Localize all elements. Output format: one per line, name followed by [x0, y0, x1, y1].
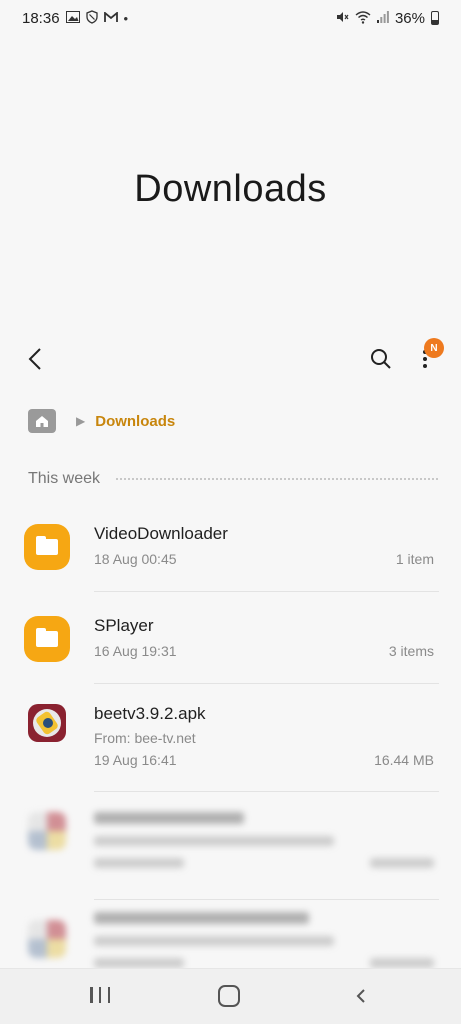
- status-right: 36%: [335, 10, 439, 27]
- redacted-text: [94, 836, 334, 846]
- redacted-text: [94, 958, 184, 968]
- apk-app-icon: [28, 704, 66, 742]
- section-title: This week: [28, 470, 101, 487]
- toolbar: [0, 336, 461, 382]
- home-folder-icon[interactable]: [28, 409, 56, 433]
- status-bar: 18:36 • 36%: [0, 0, 461, 36]
- status-time: 18:36: [22, 9, 60, 27]
- search-icon: [371, 349, 391, 369]
- search-button[interactable]: [366, 344, 396, 374]
- list-item-redacted[interactable]: [0, 792, 461, 900]
- gmail-icon: [103, 10, 118, 25]
- page-title: Downloads: [134, 168, 327, 210]
- section-divider: [116, 478, 438, 480]
- breadcrumb: ▶ Downloads: [28, 406, 175, 436]
- notification-badge: N: [424, 338, 444, 358]
- chevron-left-icon: [28, 348, 41, 370]
- back-button[interactable]: [22, 344, 52, 374]
- item-date: 19 Aug 16:41: [94, 752, 177, 768]
- list-item[interactable]: VideoDownloader 18 Aug 00:45 1 item: [0, 500, 461, 592]
- redacted-text: [94, 912, 309, 924]
- item-source: From: bee-tv.net: [94, 730, 196, 746]
- status-left: 18:36 •: [22, 10, 128, 27]
- item-name: SPlayer: [94, 616, 154, 635]
- item-date: 16 Aug 19:31: [94, 643, 177, 659]
- apk-app-icon: [28, 812, 66, 850]
- redacted-text: [370, 858, 434, 868]
- chevron-left-icon: [356, 989, 365, 1003]
- battery-icon: [431, 11, 439, 25]
- recent-apps-button[interactable]: [90, 987, 110, 1005]
- signal-icon: [376, 11, 389, 25]
- redacted-text: [94, 812, 244, 824]
- list-item[interactable]: beetv3.9.2.apk From: bee-tv.net 19 Aug 1…: [0, 684, 461, 792]
- item-name: beetv3.9.2.apk: [94, 704, 206, 723]
- file-list: VideoDownloader 18 Aug 00:45 1 item SPla…: [0, 500, 461, 1008]
- item-date: 18 Aug 00:45: [94, 551, 177, 567]
- shield-icon: [85, 10, 98, 26]
- section-header: This week: [28, 470, 438, 488]
- folder-icon: [24, 524, 70, 570]
- redacted-text: [94, 936, 334, 946]
- list-item[interactable]: SPlayer 16 Aug 19:31 3 items: [0, 592, 461, 684]
- item-name: VideoDownloader: [94, 524, 228, 543]
- dot-icon: •: [123, 10, 129, 26]
- breadcrumb-arrow-icon: ▶: [76, 414, 86, 428]
- wifi-icon: [355, 10, 371, 26]
- redacted-text: [370, 958, 434, 968]
- mute-icon: [335, 10, 349, 26]
- home-button[interactable]: [218, 985, 240, 1007]
- system-nav-bar: [0, 968, 461, 1024]
- system-back-button[interactable]: [346, 981, 376, 1011]
- apk-app-icon: [28, 920, 66, 958]
- battery-percent: 36%: [394, 9, 425, 27]
- image-icon: [65, 11, 80, 25]
- item-count: 3 items: [388, 643, 434, 659]
- folder-icon: [24, 616, 70, 662]
- item-size: 16.44 MB: [374, 752, 434, 768]
- redacted-text: [94, 858, 184, 868]
- breadcrumb-current[interactable]: Downloads: [95, 413, 175, 430]
- item-count: 1 item: [395, 551, 434, 567]
